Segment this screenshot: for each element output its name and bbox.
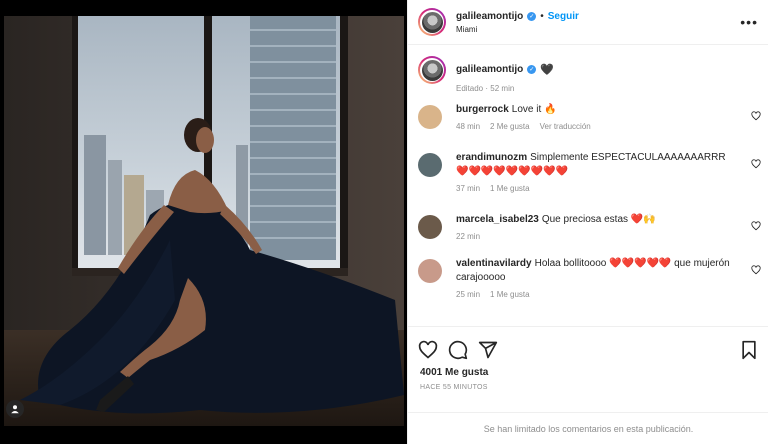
- caption-text: 🖤: [540, 64, 554, 76]
- post-side-panel: galileamontijo ✓ • Seguir Miami ••• gali…: [407, 0, 768, 444]
- heart-icon[interactable]: [418, 340, 438, 360]
- header-separator: •: [540, 10, 544, 22]
- comment-item: burgerrock Love it 🔥 48 min 2 Me gusta Ve…: [408, 103, 768, 151]
- post-actions: 4001 Me gusta HACE 55 MINUTOS Se han lim…: [408, 326, 768, 444]
- comment-time[interactable]: 25 min: [456, 290, 480, 299]
- commenter-avatar[interactable]: [418, 153, 442, 177]
- comment-item: valentinavilardy Holaa bollitoooo ❤️❤️❤️❤…: [408, 257, 768, 317]
- comment-icon[interactable]: [448, 340, 468, 360]
- person-icon: [11, 405, 19, 414]
- commenter-avatar[interactable]: [418, 259, 442, 283]
- comments-limited-notice: Se han limitado los comentarios en esta …: [408, 412, 768, 444]
- share-icon[interactable]: [478, 340, 498, 360]
- comment-time[interactable]: 37 min: [456, 184, 480, 193]
- comment-like-heart-icon[interactable]: [751, 221, 761, 231]
- likes-count[interactable]: 4001 Me gusta: [408, 363, 768, 378]
- comment-text: Que preciosa estas ❤️🙌: [541, 214, 656, 225]
- comment-item: marcela_isabel23 Que preciosa estas ❤️🙌 2…: [408, 213, 768, 257]
- see-translation-link[interactable]: Ver traducción: [540, 122, 591, 131]
- comment-time[interactable]: 22 min: [456, 232, 480, 241]
- commenter-avatar[interactable]: [418, 215, 442, 239]
- comment-like-heart-icon[interactable]: [751, 265, 761, 275]
- verified-badge-icon: ✓: [527, 65, 537, 74]
- comment-like-heart-icon[interactable]: [751, 111, 761, 121]
- commenter-username[interactable]: burgerrock: [456, 104, 509, 115]
- avatar-image: [421, 11, 443, 33]
- comment-item: erandimunozm Simplemente ESPECTACULAAAAAA…: [408, 151, 768, 213]
- author-username[interactable]: galileamontijo: [456, 11, 523, 22]
- author-avatar[interactable]: [418, 8, 446, 36]
- instagram-post-modal: galileamontijo ✓ • Seguir Miami ••• gali…: [0, 0, 768, 444]
- comment-likes[interactable]: 1 Me gusta: [490, 184, 530, 193]
- comment-text: Love it 🔥: [511, 104, 557, 115]
- comment-like-heart-icon[interactable]: [751, 159, 761, 169]
- comment-likes[interactable]: 1 Me gusta: [490, 290, 530, 299]
- more-options-icon[interactable]: •••: [740, 14, 758, 30]
- tag-people-button[interactable]: [6, 400, 24, 418]
- comment-likes[interactable]: 2 Me gusta: [490, 122, 530, 131]
- commenter-username[interactable]: marcela_isabel23: [456, 214, 539, 225]
- posted-time[interactable]: HACE 55 MINUTOS: [408, 378, 768, 391]
- post-header: galileamontijo ✓ • Seguir Miami •••: [408, 0, 768, 45]
- comments-list[interactable]: galileamontijo ✓ 🖤 Editado · 52 min burg…: [408, 46, 768, 326]
- commenter-avatar[interactable]: [418, 105, 442, 129]
- caption-username[interactable]: galileamontijo: [456, 64, 523, 75]
- post-caption: galileamontijo ✓ 🖤 Editado · 52 min: [408, 46, 768, 103]
- caption-edited: Editado · 52 min: [456, 84, 515, 93]
- post-photo-image: [0, 0, 407, 444]
- post-photo[interactable]: [0, 0, 407, 444]
- verified-badge-icon: ✓: [527, 11, 537, 21]
- bookmark-icon[interactable]: [739, 340, 759, 360]
- commenter-username[interactable]: valentinavilardy: [456, 258, 532, 269]
- follow-button[interactable]: Seguir: [548, 11, 579, 22]
- comment-time[interactable]: 48 min: [456, 122, 480, 131]
- commenter-username[interactable]: erandimunozm: [456, 152, 527, 163]
- caption-avatar[interactable]: [418, 56, 446, 84]
- post-location[interactable]: Miami: [456, 25, 579, 34]
